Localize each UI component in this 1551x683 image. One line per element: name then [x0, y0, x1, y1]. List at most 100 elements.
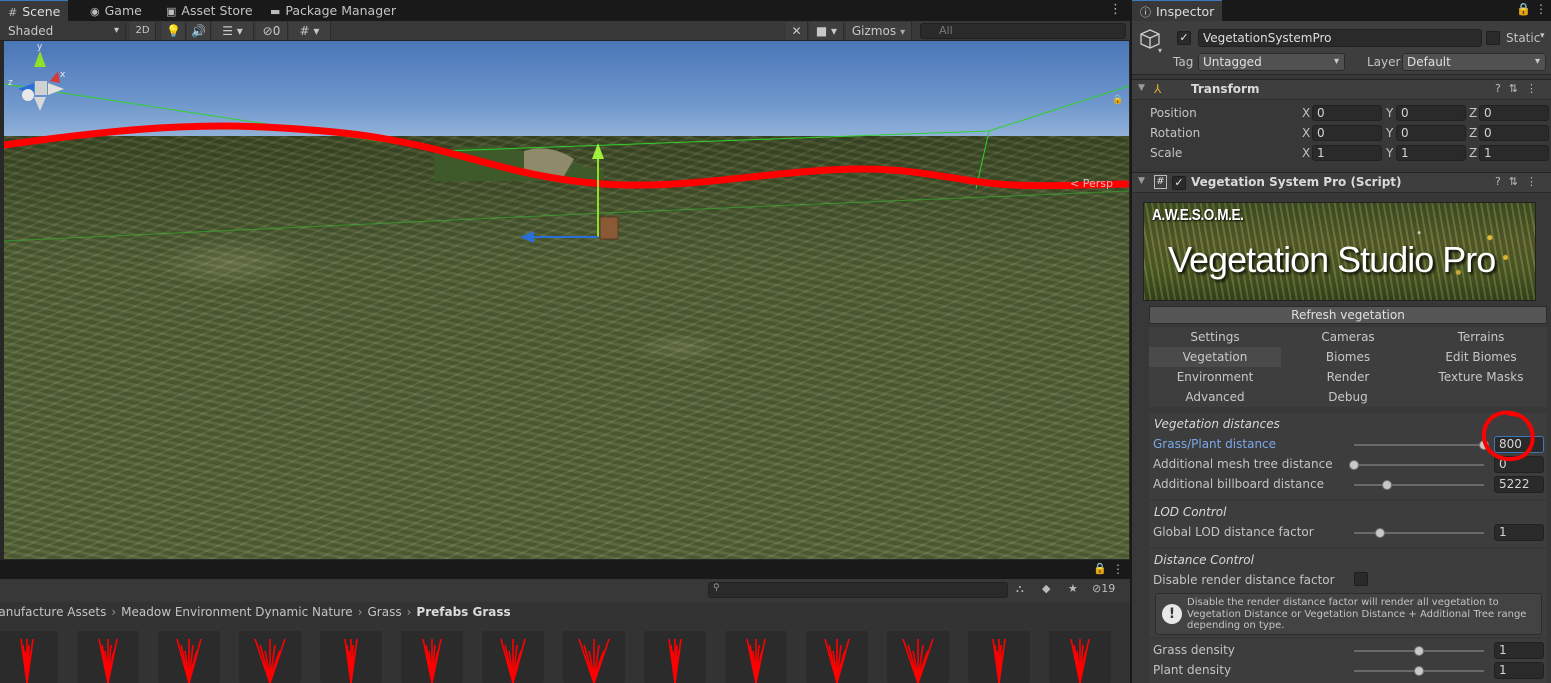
menu-render[interactable]: Render [1282, 367, 1414, 387]
more-options-icon[interactable]: ⋮ [1109, 2, 1122, 17]
asset-thumbnail[interactable] [1049, 631, 1111, 683]
gizmos-dropdown[interactable]: Gizmos [846, 22, 912, 40]
gizmo-x-cone-neg[interactable] [48, 83, 64, 95]
favorite-star-icon[interactable]: ★ [1068, 582, 1078, 595]
asset-thumbnail[interactable] [644, 631, 706, 683]
transform-position-z-field[interactable]: 0 [1479, 105, 1549, 121]
tab-inspector[interactable]: ⓘ Inspector [1132, 0, 1223, 21]
plant-density-value-field[interactable]: 1 [1494, 662, 1544, 679]
layer-dropdown[interactable]: Default [1402, 53, 1546, 71]
menu-cameras[interactable]: Cameras [1282, 327, 1414, 347]
slider-thumb[interactable] [1414, 646, 1424, 656]
transform-position-x-field[interactable]: 0 [1312, 105, 1382, 121]
lock-icon[interactable]: 🔒 [1112, 95, 1123, 105]
projection-label[interactable]: < Persp [1070, 177, 1113, 190]
gizmo-x-cone[interactable] [50, 71, 60, 83]
gizmo-neg-y-cone[interactable] [34, 97, 46, 111]
tools-icon[interactable]: ✕ [786, 22, 808, 40]
tag-dropdown[interactable]: Untagged [1198, 53, 1345, 71]
transform-rotation-x-field[interactable]: 0 [1312, 125, 1382, 141]
additional-billboard-distance-value-field[interactable]: 5222 [1494, 476, 1544, 493]
scene-search-input[interactable]: All [920, 23, 1126, 39]
disable-render-distance-checkbox[interactable] [1354, 572, 1368, 586]
camera-dropdown-icon[interactable]: ■ ▾ [810, 22, 844, 40]
script-header[interactable]: ▼ # ✓ Vegetation System Pro (Script) ?⇅⋮ [1132, 172, 1551, 193]
transform-scale-x-field[interactable]: 1 [1312, 145, 1382, 161]
menu-biomes[interactable]: Biomes [1282, 347, 1414, 367]
static-dropdown-arrow[interactable]: ▾ [1540, 31, 1545, 41]
slider-track[interactable] [1354, 464, 1484, 466]
active-checkbox[interactable]: ✓ [1177, 31, 1191, 45]
global-lod-distance-factor-value-field[interactable]: 1 [1494, 524, 1544, 541]
foldout-arrow-icon[interactable]: ▼ [1138, 176, 1145, 186]
audio-toggle-icon[interactable]: 🔊 [187, 22, 211, 40]
orientation-gizmo[interactable]: y z x [4, 41, 84, 141]
shading-mode-dropdown[interactable]: Shaded ▾ [4, 22, 126, 40]
menu-environment[interactable]: Environment [1149, 367, 1281, 387]
asset-thumbnail[interactable] [887, 631, 949, 683]
slider-thumb[interactable] [1375, 528, 1385, 538]
icon-dropdown-arrow[interactable]: ▾ [1158, 46, 1162, 55]
asset-thumbnail[interactable] [806, 631, 868, 683]
grid-snap-dropdown-icon[interactable]: # ▾ [289, 22, 331, 40]
asset-thumbnail[interactable] [77, 631, 139, 683]
asset-thumbnail[interactable] [0, 631, 58, 683]
scene-viewport[interactable]: y z x 🔒 < Persp [4, 41, 1129, 559]
slider-track[interactable] [1354, 532, 1484, 534]
script-enabled-checkbox[interactable]: ✓ [1172, 176, 1186, 190]
menu-vegetation[interactable]: Vegetation [1149, 347, 1281, 367]
asset-thumbnail[interactable] [563, 631, 625, 683]
asset-thumbnail[interactable] [482, 631, 544, 683]
selected-object-cube[interactable] [599, 216, 619, 240]
menu-terrains[interactable]: Terrains [1415, 327, 1547, 347]
tab-scene[interactable]: # Scene [0, 0, 69, 21]
static-checkbox[interactable] [1486, 31, 1500, 45]
breadcrumb-item[interactable]: Meadow Environment Dynamic Nature [121, 605, 353, 619]
asset-thumbnail[interactable] [725, 631, 787, 683]
hidden-objects-toggle[interactable]: ⊘0 [256, 22, 288, 40]
menu-debug[interactable]: Debug [1282, 387, 1414, 407]
transform-rotation-z-field[interactable]: 0 [1479, 125, 1549, 141]
menu-edit-biomes[interactable]: Edit Biomes [1415, 347, 1547, 367]
lighting-toggle-icon[interactable]: 💡 [162, 22, 186, 40]
tab-asset-store[interactable]: ▣ Asset Store [158, 0, 261, 21]
lock-icon[interactable]: 🔒 [1093, 562, 1107, 575]
project-search-input[interactable] [708, 582, 1008, 598]
hidden-packages-toggle[interactable]: ⊘19 [1092, 582, 1115, 595]
asset-thumbnail[interactable] [320, 631, 382, 683]
transform-scale-z-field[interactable]: 1 [1479, 145, 1549, 161]
grass-density-value-field[interactable]: 1 [1494, 642, 1544, 659]
tab-package-manager[interactable]: ▬ Package Manager [262, 0, 404, 21]
component-header-icons[interactable]: ?⇅⋮ [1495, 175, 1545, 188]
lock-icon[interactable]: 🔒 [1516, 2, 1531, 16]
object-name-field[interactable]: VegetationSystemPro [1198, 29, 1482, 47]
more-options-icon[interactable]: ⋮ [1112, 562, 1124, 576]
toggle-2d-button[interactable]: 2D [130, 22, 156, 40]
gizmo-center-cube[interactable] [35, 81, 47, 95]
asset-thumbnail[interactable] [968, 631, 1030, 683]
foldout-arrow-icon[interactable]: ▼ [1138, 83, 1145, 93]
slider-thumb[interactable] [1414, 666, 1424, 676]
slider-thumb[interactable] [1381, 480, 1392, 490]
asset-thumbnail[interactable] [401, 631, 463, 683]
filter-by-label-icon[interactable]: ◆ [1042, 582, 1050, 595]
menu-settings[interactable]: Settings [1149, 327, 1281, 347]
breadcrumb-item[interactable]: Grass [368, 605, 402, 619]
component-header-icons[interactable]: ?⇅⋮ [1495, 82, 1545, 95]
transform-position-y-field[interactable]: 0 [1396, 105, 1466, 121]
gizmo-y-cone[interactable] [34, 51, 46, 67]
transform-scale-y-field[interactable]: 1 [1396, 145, 1466, 161]
effects-dropdown-icon[interactable]: ☰ ▾ [212, 22, 254, 40]
z-axis-arrow[interactable] [520, 231, 534, 243]
slider-track[interactable] [1354, 484, 1484, 486]
more-options-icon[interactable]: ⋮ [1535, 2, 1547, 16]
asset-thumbnail[interactable] [158, 631, 220, 683]
filter-by-type-icon[interactable]: ⛬ [1016, 582, 1024, 596]
transform-rotation-y-field[interactable]: 0 [1396, 125, 1466, 141]
menu-advanced[interactable]: Advanced [1149, 387, 1281, 407]
breadcrumb-current[interactable]: Prefabs Grass [416, 605, 510, 619]
slider-track[interactable] [1354, 444, 1484, 446]
menu-texture-masks[interactable]: Texture Masks [1415, 367, 1547, 387]
slider-thumb[interactable] [1349, 460, 1359, 470]
tab-game[interactable]: ◉ Game [82, 0, 150, 21]
